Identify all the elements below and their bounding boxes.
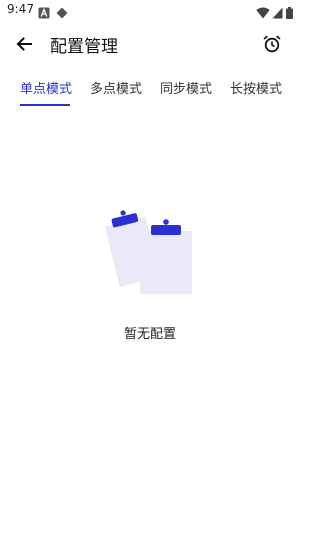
toolbar: 配置管理 (0, 22, 300, 66)
clipboard-icon (102, 203, 198, 299)
empty-state-message: 暂无配置 (123, 327, 176, 342)
status-time: 9:47 (7, 2, 34, 16)
tab-multi-point[interactable]: 多点模式 (90, 78, 142, 97)
diamond-icon (56, 4, 68, 23)
tab-long-press[interactable]: 长按模式 (230, 78, 282, 97)
notification-a-icon (38, 4, 50, 23)
active-tab-indicator (20, 104, 70, 106)
status-bar: 9:47 (0, 0, 300, 20)
tab-sync[interactable]: 同步模式 (160, 78, 212, 97)
battery-icon (286, 4, 293, 23)
alarm-button[interactable] (258, 30, 286, 58)
back-button[interactable] (10, 30, 38, 58)
mode-tabs: 单点模式 多点模式 同步模式 长按模式 (0, 68, 300, 108)
tab-single-point[interactable]: 单点模式 (20, 78, 72, 97)
cellular-signal-icon (272, 4, 283, 23)
arrow-left-icon (16, 37, 32, 51)
wifi-icon (256, 4, 270, 23)
page-title: 配置管理 (50, 37, 118, 57)
alarm-clock-icon (263, 35, 281, 53)
